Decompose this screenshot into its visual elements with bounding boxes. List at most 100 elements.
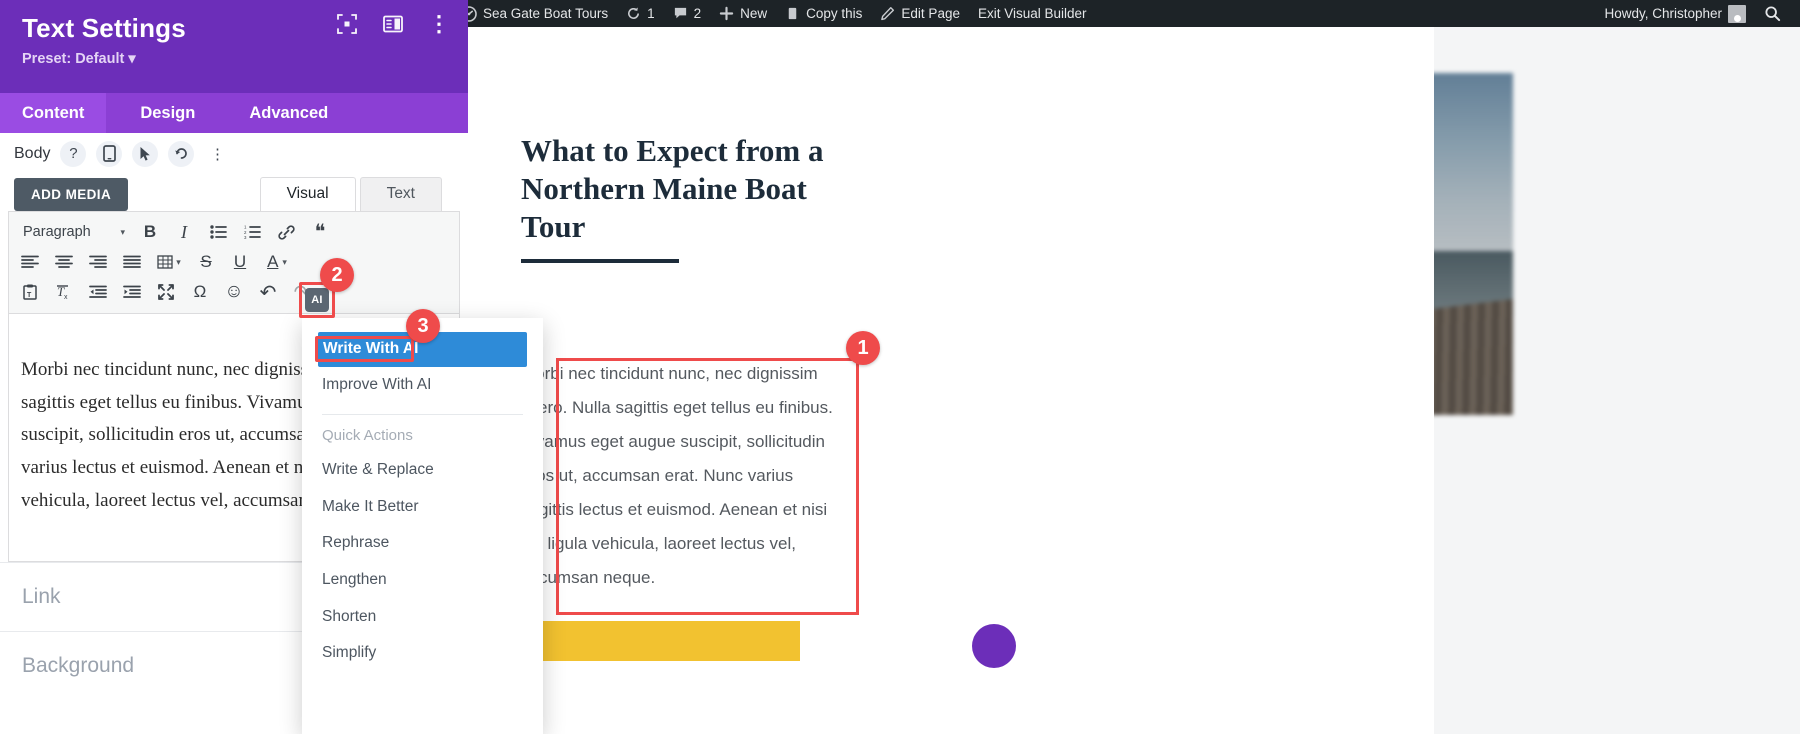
visual-builder-canvas[interactable]: What to Expect from a Northern Maine Boa… (407, 27, 1800, 734)
toolbar-row-2: ▾ S U A ▾ (15, 247, 453, 277)
adminbar-updates-count: 1 (647, 6, 655, 21)
quick-action-make-it-better[interactable]: Make It Better (302, 489, 543, 526)
underline-icon[interactable]: U (225, 248, 255, 276)
page-title: What to Expect from a Northern Maine Boa… (521, 133, 824, 245)
bulleted-list-icon[interactable] (203, 218, 233, 246)
special-character-icon[interactable]: Ω (185, 278, 215, 306)
quick-actions-label: Quick Actions (322, 427, 413, 445)
adminbar-search[interactable] (1755, 0, 1790, 27)
blockquote-icon[interactable]: ❝ (305, 218, 335, 246)
improve-with-ai-item[interactable]: Improve With AI (302, 367, 543, 404)
help-icon[interactable]: ? (60, 140, 87, 167)
adminbar-edit-page-label: Edit Page (901, 6, 960, 21)
screen: What to Expect from a Northern Maine Boa… (0, 0, 1800, 734)
quick-action-write-replace[interactable]: Write & Replace (302, 452, 543, 489)
adminbar-new[interactable]: New (710, 0, 776, 27)
purple-accent-circle (972, 624, 1016, 668)
cursor-glyph (140, 146, 150, 161)
hover-pointer-icon[interactable] (132, 140, 159, 167)
wordpress-admin-bar[interactable]: Sea Gate Boat Tours 1 2 New Copy th (407, 0, 1800, 27)
quick-action-shorten[interactable]: Shorten (302, 599, 543, 636)
tab-content[interactable]: Content (0, 93, 107, 133)
adminbar-comments[interactable]: 2 (664, 0, 711, 27)
tab-design[interactable]: Design (106, 93, 223, 133)
italic-icon[interactable]: I (169, 218, 199, 246)
body-field-label: Body (14, 144, 51, 162)
reset-icon[interactable] (168, 140, 195, 167)
adminbar-edit-page[interactable]: Edit Page (871, 0, 969, 27)
link-icon[interactable] (271, 218, 301, 246)
copy-icon (788, 7, 797, 20)
align-center-icon[interactable] (49, 248, 79, 276)
panel-layout-icon[interactable] (382, 13, 404, 35)
fullscreen-icon[interactable] (336, 13, 358, 35)
chevron-down-icon: ▾ (120, 226, 125, 237)
indent-icon[interactable] (117, 278, 147, 306)
adminbar-updates[interactable]: 1 (617, 0, 664, 27)
add-media-button[interactable]: ADD MEDIA (14, 178, 129, 211)
chevron-down-icon: ▾ (282, 256, 287, 267)
table-icon[interactable]: ▾ (151, 248, 187, 276)
callout-badge-1: 1 (846, 331, 880, 365)
settings-more-icon[interactable]: ⋮ (428, 13, 450, 35)
tab-text[interactable]: Text (359, 177, 442, 211)
quick-action-lengthen[interactable]: Lengthen (302, 562, 543, 599)
chevron-down-icon: ▾ (176, 256, 181, 267)
adminbar-account[interactable]: Howdy, Christopher (1595, 0, 1755, 27)
align-justify-icon[interactable] (117, 248, 147, 276)
adminbar-copy-this[interactable]: Copy this (776, 0, 871, 27)
emoji-icon[interactable]: ☺ (219, 278, 249, 306)
page-content-card: What to Expect from a Northern Maine Boa… (407, 27, 1434, 734)
editor-toolbar[interactable]: Paragraph ▾ B I 1 2 3 ❝ ▾ S U A ▾ T T x … (8, 211, 460, 314)
title-divider (521, 259, 679, 263)
updates-icon (628, 7, 640, 19)
quick-action-simplify[interactable]: Simplify (302, 635, 543, 672)
ai-assistant-button[interactable]: AI (305, 288, 329, 312)
editor-top-row: ADD MEDIA Visual Text (8, 175, 460, 211)
outdent-icon[interactable] (83, 278, 113, 306)
callout-badge-2: 2 (320, 258, 354, 292)
clear-formatting-icon[interactable]: T x (49, 278, 79, 306)
adminbar-exit-visual-builder-label: Exit Visual Builder (977, 6, 1087, 21)
undo-arrow-glyph (175, 148, 187, 159)
strikethrough-icon[interactable]: S (191, 248, 221, 276)
pencil-icon (881, 6, 895, 21)
undo-icon[interactable]: ↶ (253, 278, 283, 306)
avatar (1728, 4, 1746, 23)
toolbar-row-3: T T x Ω ☺ ↶ ↷ (15, 277, 453, 307)
numbered-list-icon[interactable]: 1 2 3 (237, 218, 267, 246)
search-icon (1765, 6, 1781, 22)
svg-text:x: x (64, 294, 68, 300)
adminbar-new-label: New (740, 6, 768, 21)
ai-assistant-menu[interactable]: Write With AI Improve With AI Quick Acti… (302, 318, 543, 734)
svg-text:T: T (27, 292, 32, 299)
settings-panel-header: Text Settings Preset: Default ▾ ⋮ (0, 0, 468, 93)
preset-selector[interactable]: Preset: Default ▾ (22, 51, 446, 67)
editor-mode-tabs[interactable]: Visual Text (259, 177, 442, 211)
tab-advanced[interactable]: Advanced (223, 93, 350, 133)
fullscreen-icon[interactable] (151, 278, 181, 306)
comments-icon (674, 7, 686, 19)
adminbar-right-group: Howdy, Christopher (1595, 0, 1800, 27)
adminbar-exit-visual-builder[interactable]: Exit Visual Builder (969, 0, 1096, 27)
tab-visual[interactable]: Visual (259, 177, 356, 211)
paste-as-text-icon[interactable]: T (15, 278, 45, 306)
responsive-icon[interactable] (96, 140, 123, 167)
settings-header-actions: ⋮ (336, 13, 450, 35)
align-left-icon[interactable] (15, 248, 45, 276)
adminbar-greeting: Howdy, Christopher (1604, 6, 1722, 21)
adminbar-comments-count: 2 (693, 6, 702, 21)
chevron-down-icon: ▾ (128, 50, 136, 67)
settings-tabs[interactable]: Content Design Advanced (0, 93, 468, 133)
page-paragraph[interactable]: Morbi nec tincidunt nunc, nec dignissim … (521, 357, 839, 595)
align-right-icon[interactable] (83, 248, 113, 276)
quick-action-rephrase[interactable]: Rephrase (302, 525, 543, 562)
format-select[interactable]: Paragraph ▾ (15, 219, 131, 245)
adminbar-site-name[interactable]: Sea Gate Boat Tours (452, 0, 617, 27)
text-color-icon[interactable]: A (267, 252, 278, 272)
menu-divider (322, 414, 523, 416)
body-field-row: Body ? ⋮ (0, 133, 468, 169)
format-select-value: Paragraph (23, 224, 91, 240)
body-more-icon[interactable]: ⋮ (204, 141, 230, 167)
bold-icon[interactable]: B (135, 218, 165, 246)
